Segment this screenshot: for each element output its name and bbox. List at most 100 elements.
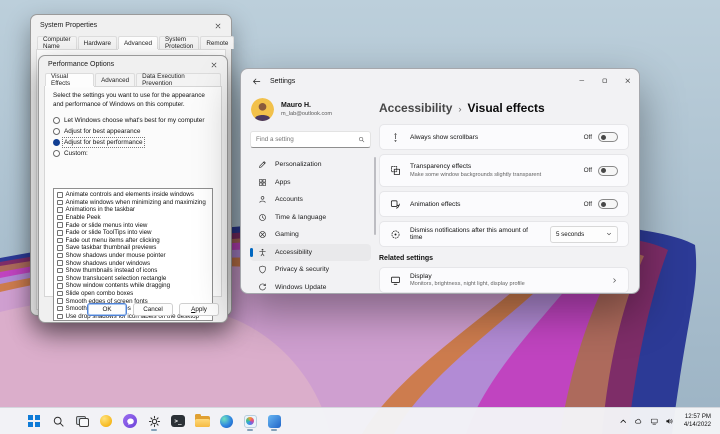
checkbox-icon	[57, 290, 63, 297]
checkbox-item[interactable]: Slide open combo boxes	[54, 290, 212, 298]
tab[interactable]: Visual Effects	[45, 73, 95, 87]
apps-icon	[258, 178, 267, 187]
tab[interactable]: System Protection	[158, 36, 200, 50]
taskbar-apps: >_	[0, 410, 283, 432]
radio-option[interactable]: Adjust for best performance	[53, 136, 213, 148]
start-icon	[27, 414, 42, 429]
taskbar-button[interactable]	[49, 410, 67, 432]
back-icon[interactable]	[252, 77, 261, 86]
tab[interactable]: Computer Name	[37, 36, 77, 50]
tab[interactable]: Advanced	[95, 73, 136, 86]
related-display-card[interactable]: Display Monitors, brightness, night ligh…	[379, 267, 629, 293]
checkbox-item[interactable]: Save taskbar thumbnail previews	[54, 244, 212, 252]
search-input[interactable]: Find a setting	[250, 131, 371, 148]
checkbox-item[interactable]: Fade or slide ToolTips into view	[54, 229, 212, 237]
tab[interactable]: Advanced	[117, 36, 158, 49]
taskbar-button[interactable]	[73, 410, 91, 432]
search-icon	[51, 414, 66, 429]
profile-email: m_lab@outlook.com	[281, 110, 333, 117]
tab[interactable]: Data Execution Prevention	[136, 73, 221, 87]
taskbar-button[interactable]: >_	[169, 410, 187, 432]
clock[interactable]: 12:57 PM 4/14/2022	[684, 413, 711, 429]
checkbox-icon	[57, 199, 63, 206]
nav-item[interactable]: Gaming	[250, 226, 371, 244]
settings-titlebar: Settings	[241, 69, 639, 93]
privacy-icon	[258, 265, 267, 274]
taskbar-button[interactable]	[25, 410, 43, 432]
gaming-icon	[258, 230, 267, 239]
minimize-button[interactable]	[570, 69, 593, 93]
cancel-button[interactable]: Cancel	[133, 303, 173, 316]
checkbox-item[interactable]: Enable Peek	[54, 214, 212, 222]
checkbox-item[interactable]: Fade or slide menus into view	[54, 221, 212, 229]
system-tray: 12:57 PM 4/14/2022	[619, 413, 720, 429]
dialog-buttons: OK Cancel Apply	[87, 303, 219, 316]
taskbar-button[interactable]	[241, 410, 259, 432]
avatar	[251, 98, 274, 121]
visual-effects-list[interactable]: Animate controls and elements inside win…	[53, 188, 213, 321]
performance-options-tabs: Visual Effects Advanced Data Execution P…	[39, 73, 227, 87]
window-controls	[570, 69, 639, 93]
checkbox-icon	[57, 275, 63, 282]
radio-option[interactable]: Custom:	[53, 148, 213, 159]
breadcrumb-parent[interactable]: Accessibility	[379, 101, 452, 115]
checkbox-icon	[57, 237, 63, 244]
settings-sidebar: Mauro H. m_lab@outlook.com Find a settin…	[248, 95, 376, 294]
nav-item[interactable]: Accessibility	[250, 243, 371, 261]
nav-item[interactable]: Personalization	[250, 156, 371, 174]
checkbox-icon	[57, 230, 63, 236]
taskbar: >_ 12:57 PM 4/14/2022	[0, 407, 720, 434]
close-button[interactable]	[616, 69, 639, 93]
checkbox-item[interactable]: Animate windows when minimizing and maxi…	[54, 199, 212, 207]
checkbox-item[interactable]: Show thumbnails instead of icons	[54, 267, 212, 275]
checkbox-item[interactable]: Animations in the taskbar	[54, 206, 212, 214]
checkbox-item[interactable]: Fade out menu items after clicking	[54, 237, 212, 245]
terminal-icon: >_	[171, 414, 186, 429]
animation-toggle[interactable]	[598, 199, 618, 209]
tab[interactable]: Hardware	[77, 36, 117, 49]
sidebar-scrollbar[interactable]	[374, 157, 376, 235]
radio-option[interactable]: Adjust for best appearance	[53, 126, 213, 137]
taskbar-button[interactable]	[97, 410, 115, 432]
taskbar-button[interactable]	[145, 410, 163, 432]
close-icon[interactable]	[210, 61, 218, 69]
display-icon	[390, 275, 401, 286]
nav-item[interactable]: Apps	[250, 174, 371, 192]
chevron-right-icon	[611, 277, 618, 284]
checkbox-icon	[57, 260, 63, 266]
nav-item[interactable]: Time & language	[250, 209, 371, 227]
close-icon[interactable]	[214, 22, 222, 30]
volume-icon[interactable]	[665, 417, 674, 426]
checkbox-item[interactable]: Show translucent selection rectangle	[54, 275, 212, 283]
account-profile[interactable]: Mauro H. m_lab@outlook.com	[248, 95, 373, 121]
setting-row-transparency: Transparency effects Make some window ba…	[379, 154, 629, 187]
nav-item[interactable]: Accounts	[250, 191, 371, 209]
notification-duration-dropdown[interactable]: 5 seconds	[550, 225, 618, 243]
radio-option[interactable]: Let Windows choose what's best for my co…	[53, 115, 213, 126]
taskbar-button[interactable]	[217, 410, 235, 432]
network-icon[interactable]	[650, 417, 659, 426]
checkbox-item[interactable]: Show window contents while dragging	[54, 282, 212, 290]
maximize-button[interactable]	[593, 69, 616, 93]
task-view-icon	[75, 414, 90, 429]
checkbox-item[interactable]: Show shadows under windows	[54, 259, 212, 267]
nav-item[interactable]: Windows Update	[250, 279, 371, 294]
nav-item[interactable]: Privacy & security	[250, 261, 371, 279]
breadcrumb-separator: ›	[458, 104, 462, 115]
checkbox-item[interactable]: Show shadows under mouse pointer	[54, 252, 212, 260]
transparency-toggle[interactable]	[598, 165, 618, 176]
tab[interactable]: Remote	[200, 36, 235, 49]
taskbar-button[interactable]	[193, 410, 211, 432]
checkbox-item[interactable]: Animate controls and elements inside win…	[54, 191, 212, 199]
ok-button[interactable]: OK	[87, 303, 127, 316]
maximize-icon	[601, 77, 609, 85]
taskbar-button[interactable]	[121, 410, 139, 432]
onedrive-icon[interactable]	[634, 417, 643, 426]
apply-button[interactable]: Apply	[179, 303, 219, 316]
scrollbars-toggle[interactable]	[598, 132, 618, 142]
setting-row-animation: Animation effects Off	[379, 191, 629, 217]
taskbar-button[interactable]	[265, 410, 283, 432]
tray-overflow-icon[interactable]	[619, 417, 628, 426]
breadcrumb: Accessibility › Visual effects	[379, 101, 629, 115]
system-properties-title: System Properties	[40, 22, 98, 29]
